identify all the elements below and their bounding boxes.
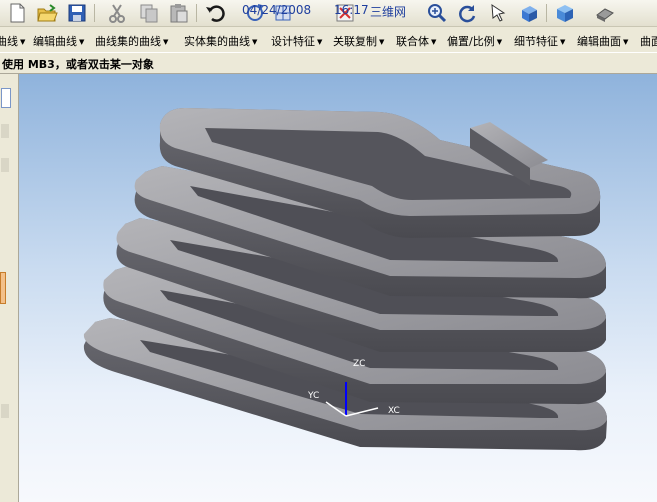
save-icon[interactable]: [66, 2, 88, 24]
resource-tab[interactable]: [1, 124, 9, 138]
menu-curve-from-curves[interactable]: 曲线集的曲线 ▼: [95, 33, 168, 49]
menu-edit-surface[interactable]: 编辑曲面 ▼: [577, 33, 628, 49]
coil-model[interactable]: ZC YC XC: [19, 74, 657, 502]
display-mode-icon[interactable]: [554, 2, 576, 24]
menu-associative-copy[interactable]: 关联复制 ▼: [333, 33, 384, 49]
x-axis-label: XC: [388, 406, 400, 416]
status-text: 使用 MB3，或者双击某一对象: [2, 58, 154, 71]
undo-icon[interactable]: [204, 2, 226, 24]
shading-icon[interactable]: [518, 2, 540, 24]
overlay-site: 三维网: [370, 5, 407, 19]
menu-surface[interactable]: 曲面: [640, 33, 657, 49]
menu-combine[interactable]: 联合体 ▼: [396, 33, 436, 49]
select-icon[interactable]: [488, 2, 510, 24]
menu-curve-from-bodies[interactable]: 实体集的曲线 ▼: [184, 33, 257, 49]
graphics-window[interactable]: ZC YC XC: [19, 74, 657, 502]
paste-icon[interactable]: [168, 2, 190, 24]
y-axis-label: YC: [307, 391, 319, 401]
resource-bar: [0, 74, 19, 502]
cue-line: 使用 MB3，或者双击某一对象: [0, 52, 657, 74]
standard-toolbar: 04/24/2008 16:17 三维网: [0, 0, 657, 27]
resource-tab[interactable]: [1, 88, 11, 108]
z-axis-label: ZC: [353, 359, 365, 369]
menu-edit-curve[interactable]: 编辑曲线 ▼: [33, 33, 84, 49]
feature-menu-bar: 曲线 ▼ 编辑曲线 ▼ 曲线集的曲线 ▼ 实体集的曲线 ▼ 设计特征 ▼ 关联复制 ▼ 联合…: [0, 30, 657, 50]
overlay-date: 04/24/2008: [242, 3, 312, 17]
overlay-time: 16:17: [334, 3, 369, 17]
resource-tab-active[interactable]: [0, 272, 6, 304]
menu-offset-scale[interactable]: 偏置/比例 ▼: [447, 33, 502, 49]
resource-tab[interactable]: [1, 404, 9, 418]
menu-detail-feature[interactable]: 细节特征 ▼: [514, 33, 565, 49]
menu-curve[interactable]: 曲线 ▼: [0, 33, 25, 49]
open-folder-icon[interactable]: [36, 2, 58, 24]
cut-icon[interactable]: [106, 2, 128, 24]
new-file-icon[interactable]: [6, 2, 28, 24]
copy-icon[interactable]: [138, 2, 160, 24]
menu-design-feature[interactable]: 设计特征 ▼: [271, 33, 322, 49]
zoom-icon[interactable]: [426, 2, 448, 24]
resource-tab[interactable]: [1, 158, 9, 172]
refresh-icon[interactable]: [456, 2, 478, 24]
print-icon[interactable]: [594, 2, 616, 24]
